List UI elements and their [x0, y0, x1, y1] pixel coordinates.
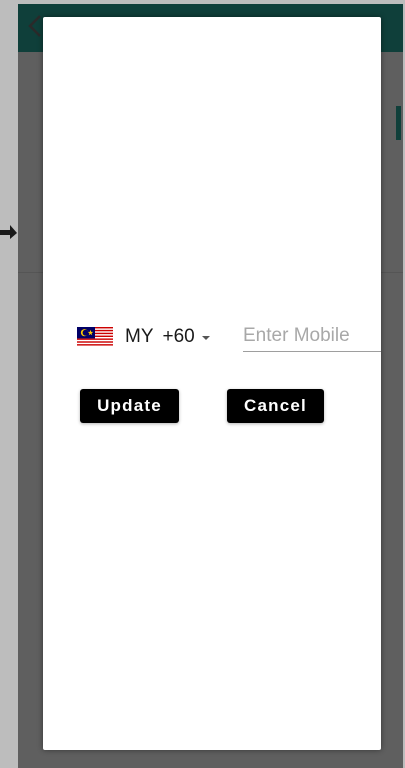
- cancel-button[interactable]: Cancel: [227, 389, 324, 423]
- phone-number-row: MY +60: [43, 317, 381, 357]
- update-mobile-dialog: MY +60 Update Cancel: [43, 17, 381, 750]
- background-teal-element: [396, 106, 401, 140]
- back-arrow-icon[interactable]: [26, 14, 44, 38]
- dial-code: +60: [162, 326, 195, 347]
- update-button[interactable]: Update: [80, 389, 179, 423]
- country-code-picker[interactable]: MY +60: [77, 323, 210, 351]
- mobile-number-input[interactable]: [243, 321, 381, 352]
- arrow-pointer-icon: [0, 225, 17, 239]
- chevron-down-icon: [201, 336, 210, 340]
- malaysia-flag-icon: [77, 327, 113, 347]
- country-code: MY: [125, 326, 154, 347]
